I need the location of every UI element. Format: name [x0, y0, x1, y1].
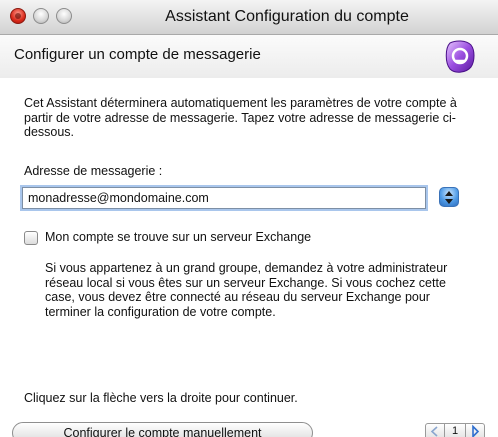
close-button[interactable] — [10, 8, 26, 24]
page-title: Configurer un compte de messagerie — [14, 46, 261, 63]
pager: 1 — [425, 423, 489, 437]
assistant-window: Assistant Configuration du compte Config… — [0, 0, 498, 437]
intro-text: Cet Assistant déterminera automatiquemen… — [24, 96, 457, 139]
email-label: Adresse de messagerie : — [24, 164, 163, 178]
arrow-left-icon — [430, 426, 438, 437]
exchange-checkbox-label[interactable]: Mon compte se trouve sur un serveur Exch… — [45, 230, 311, 244]
continue-hint: Cliquez sur la flèche vers la droite pou… — [24, 391, 298, 405]
zoom-button[interactable] — [56, 8, 72, 24]
arrow-right-icon — [472, 424, 480, 437]
next-page-button[interactable] — [465, 423, 485, 437]
title-bar[interactable]: Assistant Configuration du compte — [0, 0, 498, 35]
page-number: 1 — [444, 423, 466, 437]
exchange-checkbox[interactable] — [24, 231, 38, 245]
minimize-button[interactable] — [33, 8, 49, 24]
exchange-help-text: Si vous appartenez à un grand groupe, de… — [45, 261, 448, 319]
manual-config-button[interactable]: Configurer le compte manuellement — [12, 422, 313, 437]
email-field[interactable] — [22, 187, 426, 209]
entourage-logo-icon — [444, 37, 476, 75]
dialog-content: Cet Assistant déterminera automatiquemen… — [0, 78, 498, 437]
address-popup-button[interactable] — [439, 187, 459, 207]
up-down-arrows-icon — [445, 191, 453, 204]
window-title: Assistant Configuration du compte — [165, 8, 409, 25]
previous-page-button[interactable] — [425, 423, 445, 437]
page-header: Configurer un compte de messagerie — [0, 35, 498, 79]
